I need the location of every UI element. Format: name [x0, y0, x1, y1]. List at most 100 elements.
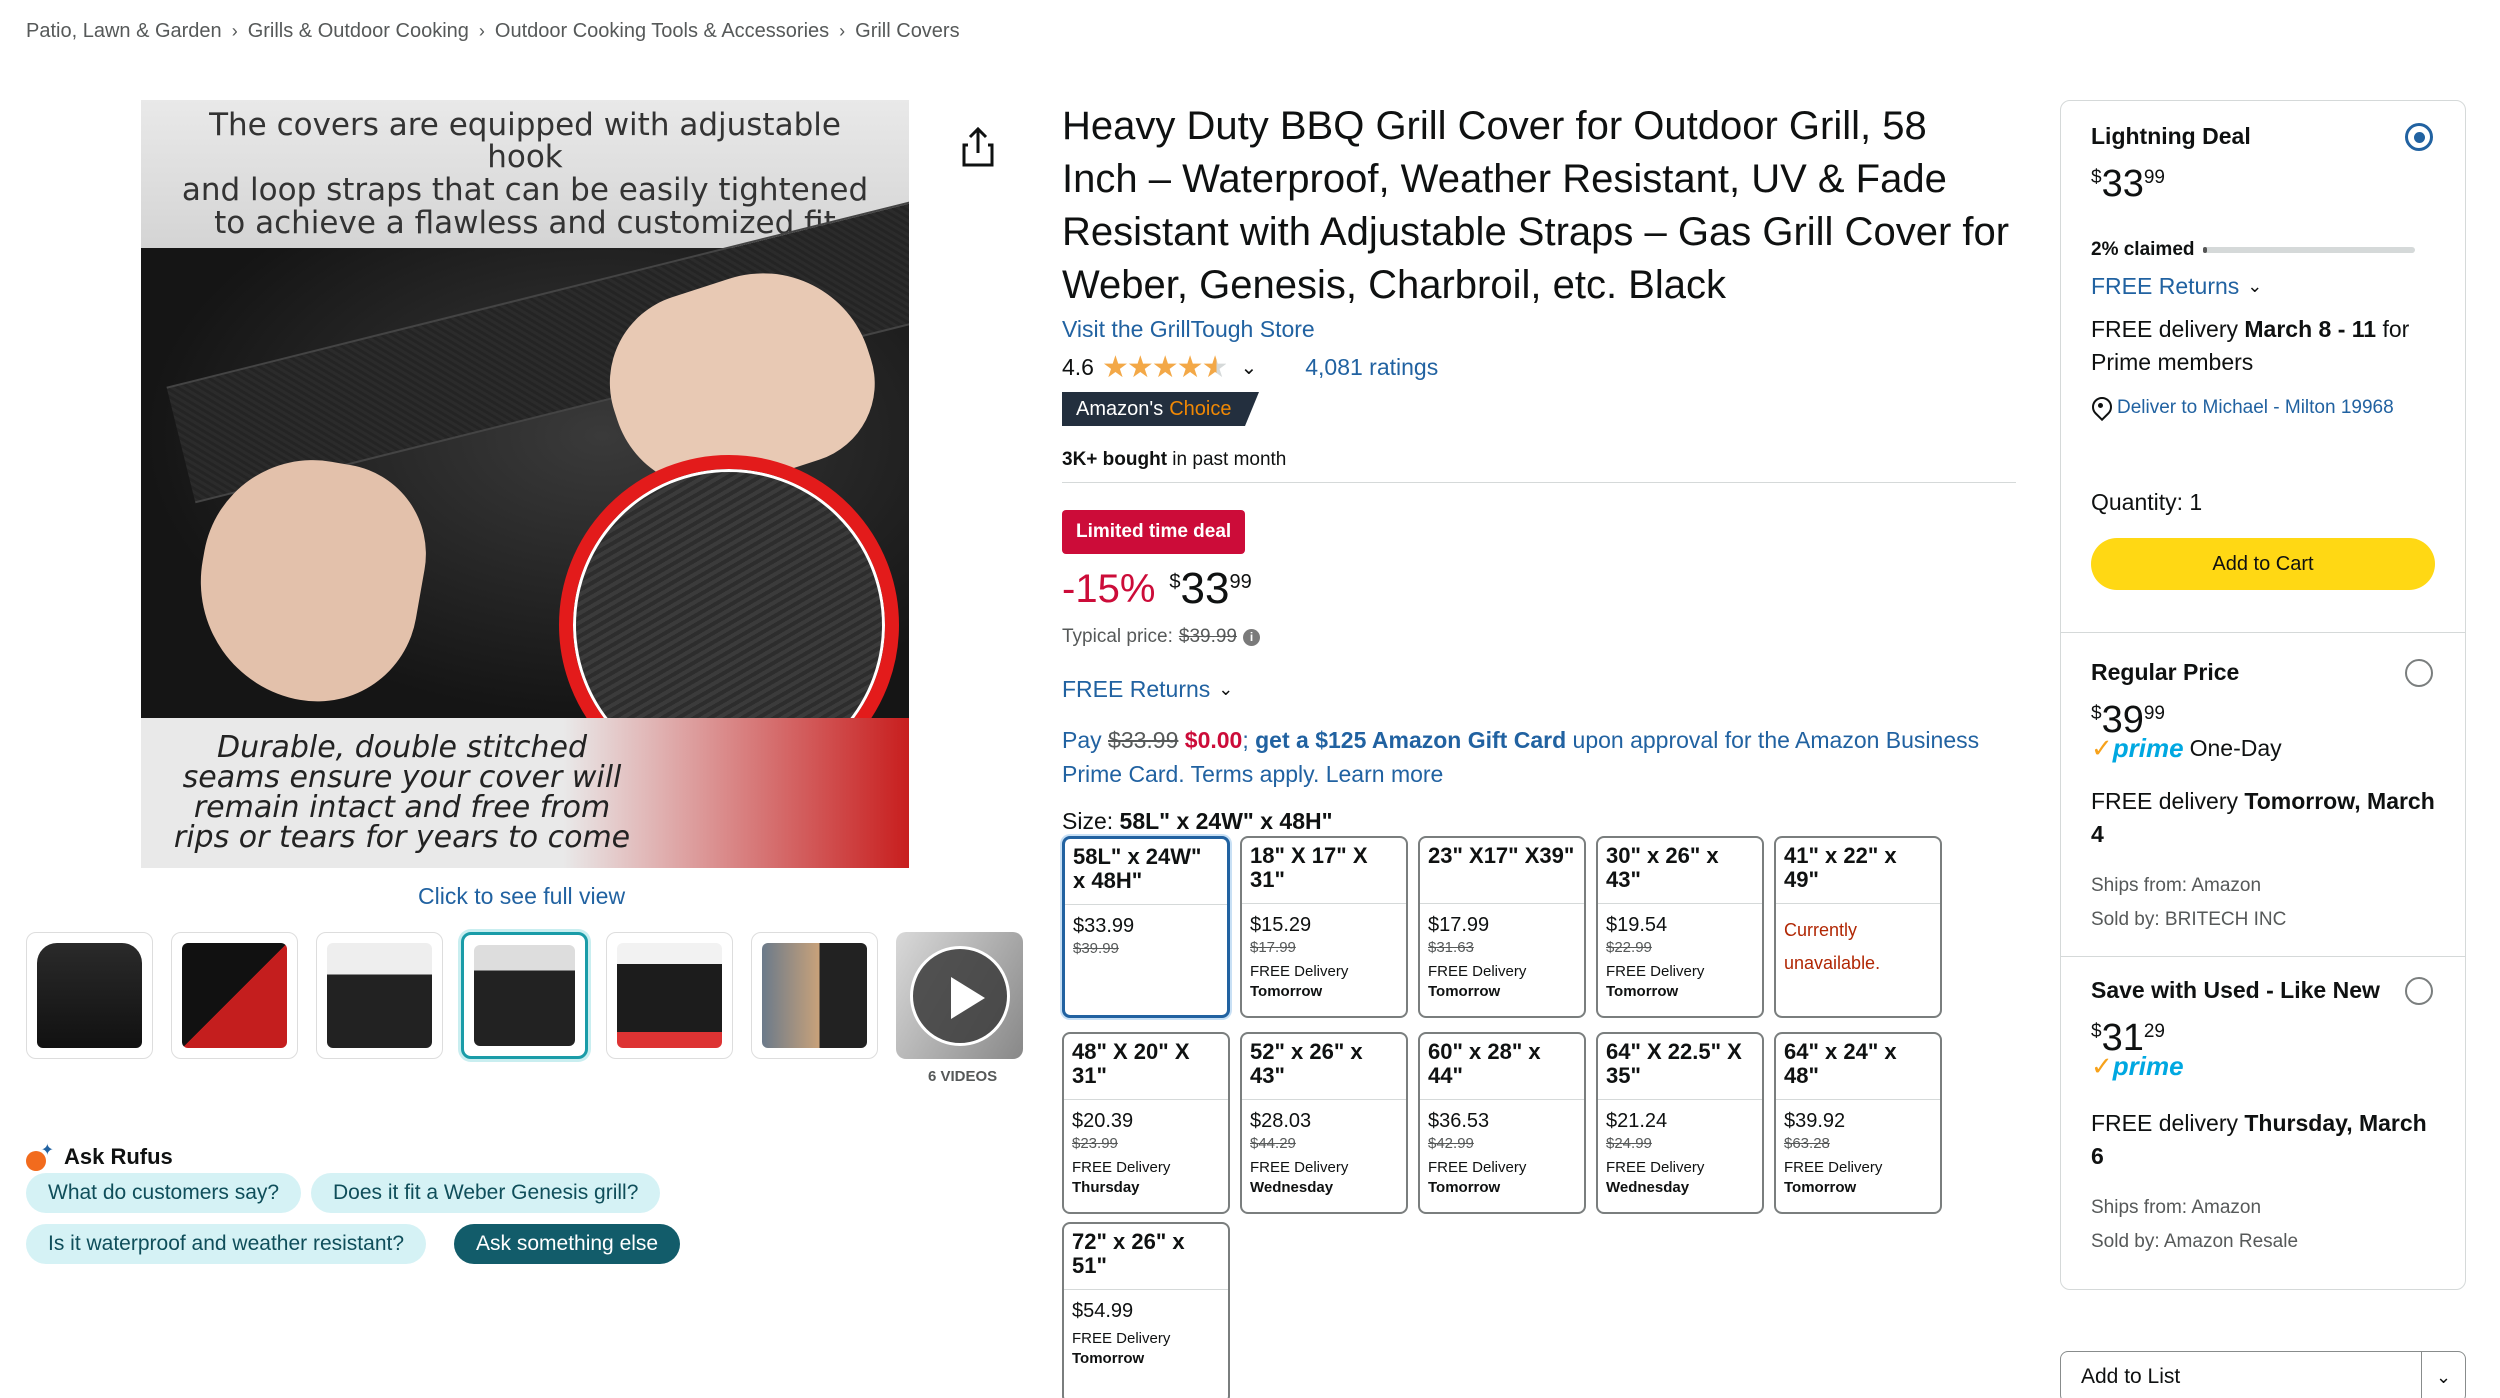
size-option-unavailable: Currently unavailable.	[1784, 920, 1881, 973]
size-option-selected[interactable]: 58L" x 24W" x 48H" $33.99 $39.99	[1062, 836, 1230, 1018]
ships-from: Ships from: Amazon	[2091, 1197, 2262, 1218]
thumbnail[interactable]	[606, 932, 733, 1059]
thumbnail[interactable]	[171, 932, 298, 1059]
store-link[interactable]: Visit the GrillTough Store	[1062, 316, 1315, 343]
delivery-text: FREE Delivery	[1072, 1330, 1171, 1347]
ratings-count-link[interactable]: 4,081 ratings	[1305, 354, 1438, 381]
used-delivery: FREE delivery Thursday, March 6	[2091, 1107, 2441, 1173]
radio-icon-used[interactable]	[2405, 977, 2433, 1005]
bought-count-bold: 3K+ bought	[1062, 449, 1168, 470]
video-thumbnail[interactable]	[896, 932, 1023, 1059]
delivery-day: Tomorrow	[1606, 983, 1679, 1000]
choice-label: Amazon's	[1076, 397, 1164, 420]
size-option-price: $28.03	[1250, 1110, 1312, 1132]
radio-icon-regular-price[interactable]	[2405, 659, 2433, 687]
selected-size-value: 58L" x 24W" x 48H"	[1119, 808, 1333, 834]
thumbnail[interactable]	[751, 932, 878, 1059]
delivery-day: Tomorrow	[1428, 1179, 1501, 1196]
size-option[interactable]: 60" x 28" x 44" $36.53 $42.99 FREE Delivery…	[1418, 1032, 1586, 1214]
size-option[interactable]: 64" X 22.5" X 35" $21.24 $24.99 FREE Delive…	[1596, 1032, 1764, 1214]
claimed-label: 2% claimed	[2091, 239, 2195, 260]
size-option-was-price: $44.29	[1250, 1135, 1296, 1152]
breadcrumb-link[interactable]: Patio, Lawn & Garden	[26, 20, 222, 43]
price-currency: $	[2091, 703, 2102, 724]
breadcrumb-link[interactable]: Grills & Outdoor Cooking	[248, 20, 469, 43]
rufus-chip[interactable]: What do customers say?	[26, 1173, 302, 1213]
delivery-day: Tomorrow	[1250, 983, 1323, 1000]
share-icon[interactable]	[960, 125, 996, 169]
typical-price-value: $39.99	[1178, 626, 1237, 647]
size-option-label: 52" x 26" x 43"	[1242, 1034, 1406, 1100]
delivery-text: FREE delivery	[2091, 1110, 2245, 1136]
breadcrumb-separator-icon: ›	[839, 21, 846, 41]
size-option[interactable]: 72" x 26" x 51" $54.99 FREE Delivery Tomorr…	[1062, 1222, 1230, 1398]
image-bottom-caption: Durable, double stitched seams ensure yo…	[141, 718, 909, 868]
free-returns-label: FREE Returns	[1062, 676, 1211, 702]
breadcrumb-separator-icon: ›	[478, 21, 485, 41]
prime-badge: ✓prime One-Day	[2091, 733, 2282, 764]
ask-something-else-button[interactable]: Ask something else	[454, 1224, 681, 1264]
delivery-text: FREE Delivery	[1606, 963, 1705, 980]
sold-by: Sold by: Amazon Resale	[2091, 1231, 2299, 1252]
add-to-list-button[interactable]: Add to List ⌄	[2060, 1351, 2466, 1398]
radio-icon-lightning-deal[interactable]	[2405, 123, 2433, 151]
price-row: -15% $ 33 99	[1062, 565, 1252, 613]
click-full-view-link[interactable]: Click to see full view	[418, 883, 625, 910]
thumbnail-strip	[26, 932, 1023, 1059]
size-option[interactable]: 23" X17" X39" $17.99 $31.63 FREE Delivery To…	[1418, 836, 1586, 1018]
free-returns-label: FREE Returns	[2091, 273, 2240, 299]
size-option-delivery: FREE Delivery Tomorrow	[1776, 1152, 1940, 1198]
size-option-label: 58L" x 24W" x 48H"	[1065, 839, 1227, 905]
chevron-down-icon: ⌄	[1218, 679, 1234, 699]
size-option[interactable]: 41" x 22" x 49" Currently unavailable.	[1774, 836, 1942, 1018]
rufus-chip[interactable]: Does it fit a Weber Genesis grill?	[311, 1173, 661, 1213]
size-option[interactable]: 48" X 20" X 31" $20.39 $23.99 FREE Delivery…	[1062, 1032, 1230, 1214]
free-returns-link[interactable]: FREE Returns ⌄	[1062, 676, 1233, 703]
size-option[interactable]: 18" X 17" X 31" $15.29 $17.99 FREE Delivery…	[1240, 836, 1408, 1018]
deliver-to-link[interactable]: Deliver to Michael - Milton 19968	[2091, 397, 2394, 419]
divider	[2061, 956, 2465, 957]
size-option-price: $54.99	[1072, 1300, 1134, 1322]
size-option-delivery: FREE Delivery Thursday	[1064, 1152, 1228, 1198]
size-option-price: $36.53	[1428, 1110, 1490, 1132]
size-option[interactable]: 30" x 26" x 43" $19.54 $22.99 FREE Delivery…	[1596, 836, 1764, 1018]
size-option-label: 18" X 17" X 31"	[1242, 838, 1406, 904]
size-option-price: $20.39	[1072, 1110, 1134, 1132]
image-caption-line: seams ensure your cover will	[182, 760, 622, 795]
image-caption-line: and loop straps that can be easily tight…	[181, 172, 869, 208]
size-option-delivery: FREE Delivery Wednesday	[1242, 1152, 1406, 1198]
size-option[interactable]: 52" x 26" x 43" $28.03 $44.29 FREE Delivery…	[1240, 1032, 1408, 1214]
size-option-label: 41" x 22" x 49"	[1776, 838, 1940, 904]
breadcrumb-link[interactable]: Grill Covers	[855, 20, 959, 43]
size-option-label: 23" X17" X39"	[1420, 838, 1584, 904]
quantity-selector[interactable]: Quantity: 1	[2091, 489, 2202, 516]
delivery-text: FREE Delivery	[1428, 1159, 1527, 1176]
size-option-label: 48" X 20" X 31"	[1064, 1034, 1228, 1100]
rufus-chip[interactable]: Is it waterproof and weather resistant?	[26, 1224, 427, 1264]
size-option-was-price: $39.99	[1073, 940, 1119, 957]
free-returns-link[interactable]: FREE Returns ⌄	[2091, 273, 2262, 300]
amazons-choice-badge[interactable]: Amazon's Choice	[1062, 392, 1260, 426]
size-option[interactable]: 64" x 24" x 48" $39.92 $63.28 FREE Delivery…	[1774, 1032, 1942, 1214]
star-rating-icon[interactable]: ★★★★★	[1102, 350, 1228, 385]
delivery-day: Tomorrow	[1428, 983, 1501, 1000]
info-icon[interactable]: i	[1243, 628, 1260, 646]
size-option-label: 60" x 28" x 44"	[1420, 1034, 1584, 1100]
thumbnail-selected[interactable]	[461, 932, 588, 1059]
thumbnail[interactable]	[26, 932, 153, 1059]
thumbnail[interactable]	[316, 932, 443, 1059]
size-option-was-price: $17.99	[1250, 939, 1296, 956]
price-cents: 99	[2143, 167, 2165, 188]
claimed-progress-fill	[2202, 247, 2207, 253]
size-option-label: 72" x 26" x 51"	[1064, 1224, 1228, 1290]
sold-by: Sold by: BRITECH INC	[2091, 909, 2287, 930]
chevron-down-icon[interactable]: ⌄	[1240, 355, 1257, 380]
chevron-down-icon[interactable]: ⌄	[2421, 1352, 2465, 1398]
play-icon[interactable]	[910, 946, 1010, 1046]
delivery-text: FREE Delivery	[1606, 1159, 1705, 1176]
lightning-deal-price: $ 33 99	[2091, 163, 2165, 205]
breadcrumb-link[interactable]: Outdoor Cooking Tools & Accessories	[495, 20, 829, 43]
add-to-cart-button[interactable]: Add to Cart	[2091, 538, 2435, 590]
main-product-image[interactable]: The covers are equipped with adjustable …	[141, 100, 909, 868]
business-card-promo[interactable]: Pay $33.99 $0.00; get a $125 Amazon Gift…	[1062, 723, 2022, 791]
